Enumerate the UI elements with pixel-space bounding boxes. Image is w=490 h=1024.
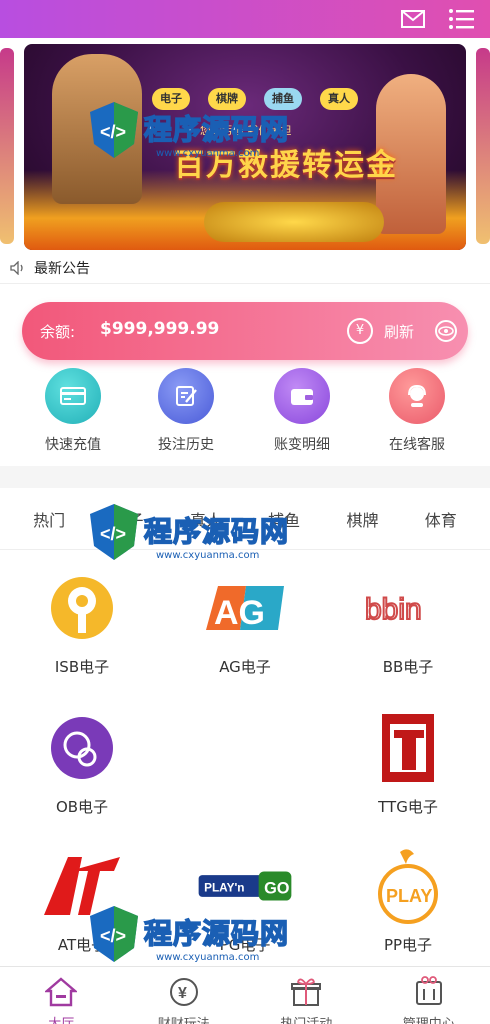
banner-prev-slide	[0, 48, 14, 244]
banner-chip: 电子	[152, 88, 190, 110]
svg-text:GO: GO	[264, 879, 290, 897]
yen-coin-icon: ¥	[167, 975, 201, 1009]
yen-icon[interactable]: ¥	[347, 318, 373, 344]
game-ob[interactable]: OB电子	[12, 708, 152, 817]
game-label: AT电子	[57, 936, 107, 954]
quick-action-customer-service[interactable]: 在线客服	[362, 366, 472, 466]
game-label: ISB电子	[54, 658, 110, 676]
card-icon	[45, 368, 101, 424]
game-label: OB电子	[55, 798, 109, 816]
game-isb[interactable]: ISB电子	[12, 568, 152, 677]
gift-icon	[289, 975, 323, 1009]
app-root: 电子 棋牌 捕鱼 真人 您的亏损 我们承担 百万救援转运金 最新公告 余额: $…	[0, 0, 490, 1024]
game-label: PG电子	[219, 936, 271, 954]
nav-label: 管理中心	[368, 1013, 490, 1024]
nav-label: 财财玩法	[123, 1013, 246, 1024]
at-logo	[32, 846, 132, 926]
nav-item-lobby[interactable]: 大厅	[0, 967, 123, 1024]
home-icon	[44, 975, 78, 1009]
tab-chess[interactable]: 棋牌	[346, 507, 378, 531]
game-label: TTG电子	[378, 798, 438, 816]
quick-actions: 快速充值 投注历史 账变明细 在线客服	[0, 366, 490, 466]
ttg-logo	[358, 708, 458, 788]
speaker-icon	[10, 260, 23, 275]
game-pg[interactable]: PLAY'n GO PG电子	[175, 846, 315, 955]
svg-text:AG: AG	[214, 594, 265, 632]
svg-text:¥: ¥	[178, 985, 187, 1002]
quick-action-label: 快速充值	[45, 437, 101, 453]
nav-label: 热门活动	[245, 1013, 368, 1024]
game-bb[interactable]: bbin BB电子	[338, 568, 478, 677]
tab-live[interactable]: 真人	[190, 507, 222, 531]
tab-sports[interactable]: 体育	[425, 507, 457, 531]
notice-label: 最新公告	[34, 260, 90, 277]
svg-text:PLAY: PLAY	[386, 886, 432, 906]
mail-icon[interactable]	[398, 6, 428, 32]
quick-action-account-details[interactable]: 账变明细	[247, 366, 357, 466]
banner-chip: 棋牌	[208, 88, 246, 110]
quick-action-label: 账变明细	[274, 437, 330, 453]
notice-bar[interactable]: 最新公告	[0, 252, 490, 284]
pp-logo: PLAY	[358, 846, 458, 926]
balance-value: $999,999.99	[100, 319, 220, 339]
nav-label: 大厅	[0, 1013, 123, 1024]
section-divider	[0, 466, 490, 488]
nav-item-management[interactable]: 管理中心	[368, 967, 490, 1024]
game-label: PP电子	[383, 936, 433, 954]
wallet-icon	[274, 368, 330, 424]
banner-next-slide	[476, 48, 490, 244]
quick-action-bet-history[interactable]: 投注历史	[131, 366, 241, 466]
balance-card: 余额: $999,999.99 ¥ 刷新	[22, 302, 468, 360]
refresh-button[interactable]: 刷新	[384, 321, 414, 342]
game-ag[interactable]: AG AG电子	[175, 568, 315, 677]
svg-text:bbin: bbin	[365, 593, 422, 626]
bottom-nav: 大厅 ¥ 财财玩法 热门活动 管理中心	[0, 966, 490, 1024]
bbin-logo: bbin	[358, 568, 458, 648]
playngo-logo: PLAY'n GO	[195, 846, 295, 926]
banner-slide[interactable]: 电子 棋牌 捕鱼 真人 您的亏损 我们承担 百万救援转运金	[24, 44, 466, 250]
banner-chip: 真人	[320, 88, 358, 110]
ob-logo	[32, 708, 132, 788]
game-label: AG电子	[219, 658, 271, 676]
ag-logo: AG	[195, 568, 295, 648]
banner-subtitle: 您的亏损 我们承担	[200, 124, 292, 137]
support-icon	[389, 368, 445, 424]
tab-electronic[interactable]: 电子	[111, 507, 143, 531]
games-grid: ISB电子 AG AG电子 bbin BB电子 OB电子 TTG电子 AT电子 …	[0, 550, 490, 966]
tab-fishing[interactable]: 捕鱼	[268, 507, 300, 531]
banner-chip: 捕鱼	[264, 88, 302, 110]
isb-logo	[32, 568, 132, 648]
edit-icon	[158, 368, 214, 424]
quick-action-recharge[interactable]: 快速充值	[18, 366, 128, 466]
quick-action-label: 在线客服	[389, 437, 445, 453]
profile-box-icon	[412, 975, 446, 1009]
game-ttg[interactable]: TTG电子	[338, 708, 478, 817]
banner-carousel[interactable]: 电子 棋牌 捕鱼 真人 您的亏损 我们承担 百万救援转运金	[0, 38, 490, 252]
gold-coins-illustration	[204, 202, 384, 242]
game-pp[interactable]: PLAY PP电子	[338, 846, 478, 955]
game-label: BB电子	[382, 658, 434, 676]
tab-hot[interactable]: 热门	[33, 507, 65, 531]
eye-icon[interactable]	[432, 320, 460, 342]
nav-item-promotions[interactable]: 热门活动	[245, 967, 368, 1024]
nav-item-play[interactable]: ¥ 财财玩法	[123, 967, 246, 1024]
svg-text:PLAY'n: PLAY'n	[204, 880, 244, 894]
menu-list-icon[interactable]	[446, 6, 476, 32]
character-left-illustration	[52, 54, 142, 204]
quick-action-label: 投注历史	[158, 437, 214, 453]
banner-title: 百万救援转运金	[174, 148, 398, 183]
balance-label: 余额:	[40, 323, 76, 341]
category-tabs: 热门 电子 真人 捕鱼 棋牌 体育	[0, 488, 490, 550]
game-at[interactable]: AT电子	[12, 846, 152, 955]
